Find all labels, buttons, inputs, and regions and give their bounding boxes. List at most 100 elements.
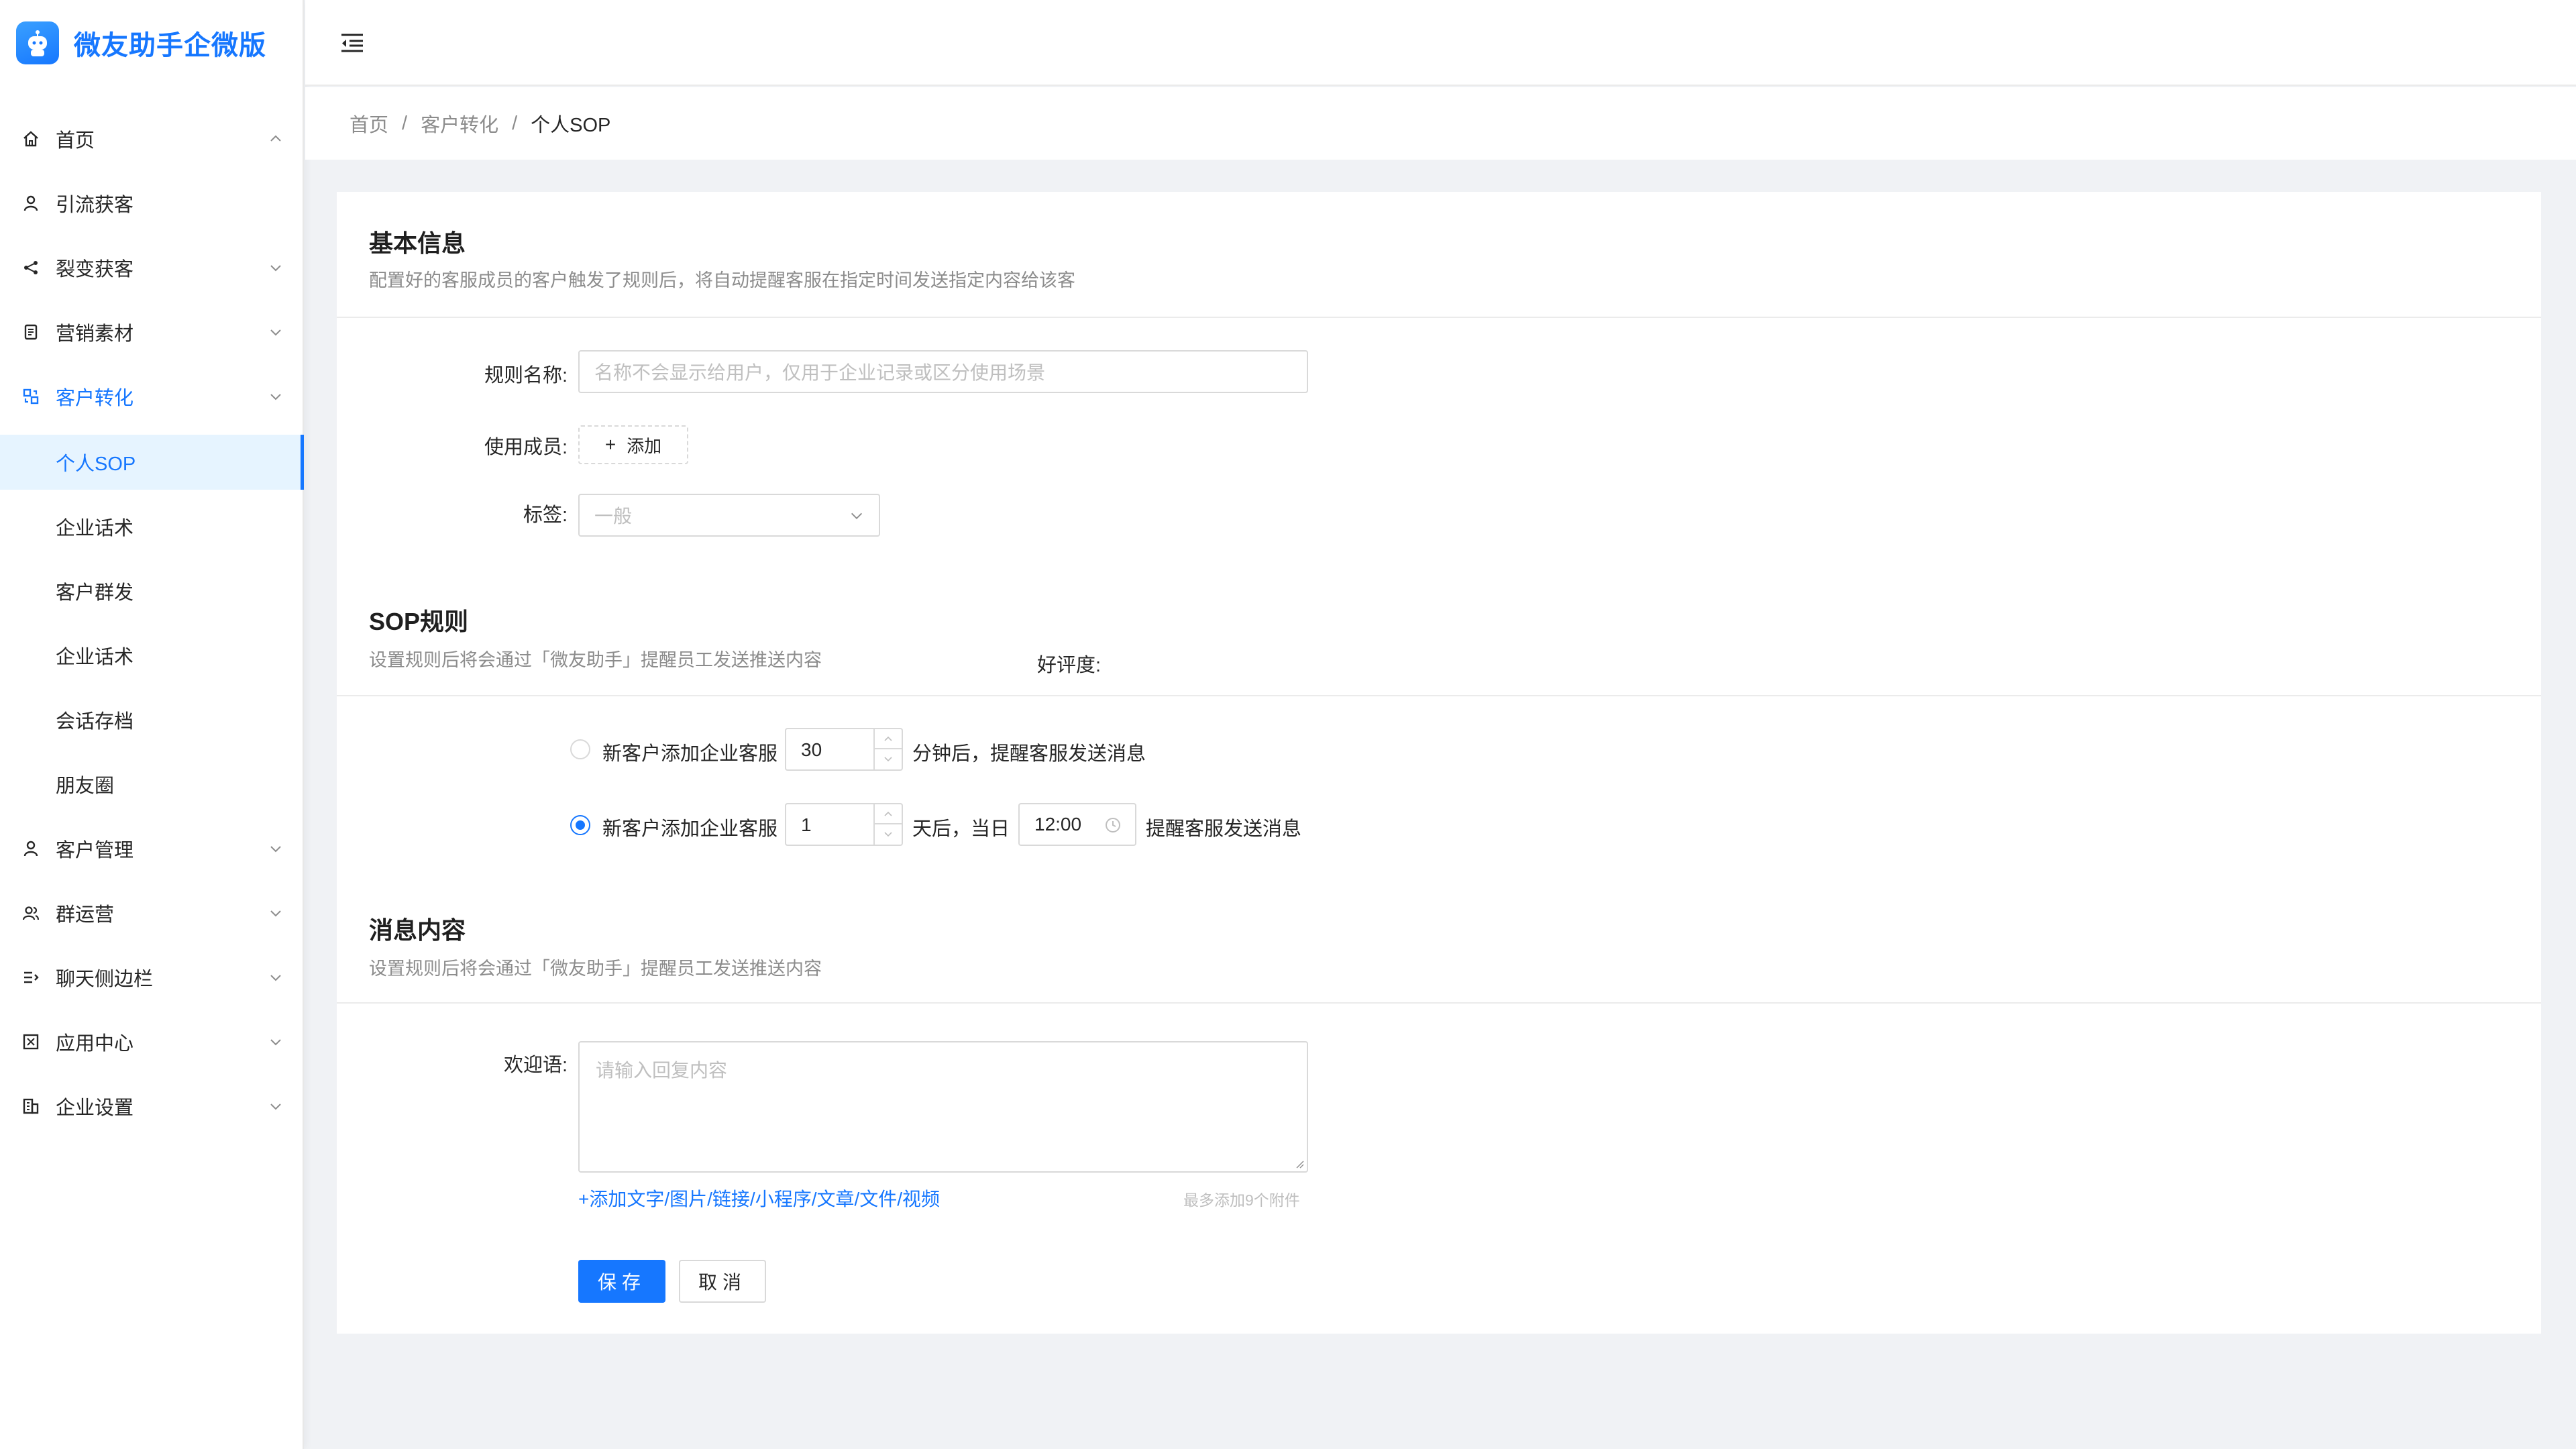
breadcrumb-current: 个人SOP (531, 115, 611, 136)
tag-select-value: 一般 (594, 506, 633, 527)
sidebar-item-enterprise-settings[interactable]: 企业设置 (0, 1079, 304, 1134)
rule2-middle: 天后，当日 (912, 818, 1010, 840)
content-card: 基本信息 配置好的客服成员的客户触发了规则后，将自动提醒客服在指定时间发送指定内… (337, 192, 2541, 1334)
rule1-suffix: 分钟后，提醒客服发送消息 (912, 743, 1146, 765)
rule2-days-stepper[interactable]: 1 (785, 803, 903, 846)
sidebar-subitem-mass-send[interactable]: 客户群发 (0, 564, 304, 619)
building-icon (21, 1097, 40, 1116)
sidebar-item-app-center[interactable]: 应用中心 (0, 1014, 304, 1069)
chevron-down-icon (270, 1104, 281, 1110)
stepper-controls (873, 804, 902, 845)
cancel-button[interactable]: 取消 (679, 1260, 766, 1303)
stepper-up-icon[interactable] (875, 804, 902, 824)
sidebar-item-label: 首页 (56, 130, 95, 152)
top-header (305, 0, 2576, 86)
sidebar-item-label: 聊天侧边栏 (56, 969, 154, 990)
chevron-down-icon (270, 975, 281, 981)
save-button[interactable]: 保存 (578, 1260, 665, 1303)
group-icon (21, 904, 40, 922)
rule2-time-picker[interactable]: 12:00 (1018, 803, 1136, 846)
home-icon (21, 129, 40, 148)
add-member-label: 添加 (627, 435, 662, 456)
user-icon (21, 194, 40, 213)
members-label: 使用成员: (484, 437, 568, 458)
section-desc-sop: 设置规则后将会通过「微友助手」提醒员工发送推送内容 (369, 650, 822, 670)
chevron-down-icon (270, 910, 281, 917)
breadcrumb-parent[interactable]: 客户转化 (421, 109, 498, 138)
chevron-up-icon (270, 394, 281, 400)
sidebar-item-chat-sidebar[interactable]: 聊天侧边栏 (0, 950, 304, 1005)
sidebar-item-traffic[interactable]: 引流获客 (0, 176, 304, 231)
convert-icon (21, 387, 40, 406)
sidebar-item-home[interactable]: 首页 (0, 111, 304, 166)
section-title-basic: 基本信息 (369, 229, 466, 257)
app-title: 微友助手企微版 (74, 31, 266, 60)
breadcrumb-separator: / (402, 112, 408, 134)
plus-icon: + (604, 434, 616, 455)
robot-logo-icon (16, 21, 59, 64)
section-title-message: 消息内容 (369, 916, 466, 944)
chevron-down-icon (851, 513, 862, 519)
breadcrumb: 首页 / 客户转化 / 个人SOP (305, 87, 2576, 160)
rule1-minutes-stepper[interactable]: 30 (785, 728, 903, 771)
welcome-placeholder: 请输入回复内容 (596, 1060, 728, 1081)
sidebar-item-label: 客户管理 (56, 840, 134, 861)
sidebar-item-conversion[interactable]: 客户转化 (0, 369, 304, 424)
sidebar-subitem-label: 客户群发 (56, 582, 134, 604)
sidebar-subitem-label: 企业话术 (56, 647, 134, 668)
add-attachment-link[interactable]: +添加文字/图片/链接/小程序/文章/文件/视频 (578, 1185, 940, 1212)
rule-name-input[interactable]: 名称不会显示给用户，仅用于企业记录或区分使用场景 (578, 350, 1308, 393)
sidebar-item-label: 应用中心 (56, 1033, 134, 1055)
sidebar-item-materials[interactable]: 营销素材 (0, 305, 304, 360)
sidebar-subitem-chat-archive[interactable]: 会话存档 (0, 692, 304, 747)
sidebar-item-groups[interactable]: 群运营 (0, 885, 304, 941)
stepper-up-icon[interactable] (875, 729, 902, 749)
sidebar-subitem-moments[interactable]: 朋友圈 (0, 757, 304, 812)
attachment-limit-hint: 最多添加9个附件 (1183, 1191, 1300, 1209)
section-title-sop: SOP规则 (369, 608, 469, 635)
sidebar-subitem-label: 个人SOP (56, 453, 136, 475)
welcome-label: 欢迎语: (503, 1055, 568, 1076)
tag-label: 标签: (523, 504, 568, 526)
sidebar-item-label: 营销素材 (56, 323, 134, 345)
welcome-textarea[interactable]: 请输入回复内容 (578, 1041, 1308, 1173)
sidebar-item-fission[interactable]: 裂变获客 (0, 240, 304, 295)
app-icon (21, 1032, 40, 1051)
divider (337, 317, 2541, 318)
menu-fold-icon[interactable] (339, 30, 366, 56)
chevron-down-icon (270, 265, 281, 272)
sidebar-subitem-label: 朋友圈 (56, 775, 115, 797)
stepper-down-icon[interactable] (875, 749, 902, 769)
sidebar-subitem-personal-sop[interactable]: 个人SOP (0, 435, 304, 490)
sidebar-subitem-scripts[interactable]: 企业话术 (0, 499, 304, 554)
section-desc-message: 设置规则后将会通过「微友助手」提醒员工发送推送内容 (369, 959, 822, 979)
document-icon (21, 323, 40, 341)
rule2-suffix: 提醒客服发送消息 (1146, 818, 1302, 840)
clock-icon (1106, 818, 1120, 833)
rule1-minutes-value: 30 (801, 739, 822, 760)
rule1-radio[interactable] (570, 739, 590, 759)
sidebar-item-label: 裂变获客 (56, 259, 134, 280)
tag-select[interactable]: 一般 (578, 494, 880, 537)
sidebar: 微友助手企微版 首页 引流获客 裂变获客 营销素材 客户转化 个人SOP 企业话… (0, 0, 304, 1449)
sidebar-item-label: 引流获客 (56, 195, 134, 216)
rule2-prefix: 新客户添加企业客服 (602, 818, 778, 840)
stepper-controls (873, 729, 902, 769)
chevron-down-icon (270, 1039, 281, 1046)
rating-label: 好评度: (1037, 655, 1102, 676)
add-member-button[interactable]: + 添加 (578, 425, 688, 464)
resize-handle-icon[interactable] (1293, 1158, 1304, 1169)
share-icon (21, 258, 40, 277)
rule2-radio[interactable] (570, 815, 590, 835)
breadcrumb-home[interactable]: 首页 (350, 109, 388, 138)
sidebar-item-label: 群运营 (56, 904, 115, 926)
logo[interactable]: 微友助手企微版 (0, 0, 303, 86)
rule-name-placeholder: 名称不会显示给用户，仅用于企业记录或区分使用场景 (594, 362, 1046, 383)
list-icon (21, 968, 40, 987)
stepper-down-icon[interactable] (875, 824, 902, 845)
rule-name-label: 规则名称: (484, 365, 568, 386)
rule2-time-value: 12:00 (1034, 814, 1082, 835)
sidebar-item-customers[interactable]: 客户管理 (0, 821, 304, 876)
breadcrumb-separator: / (512, 112, 518, 134)
sidebar-subitem-scripts-2[interactable]: 企业话术 (0, 628, 304, 683)
